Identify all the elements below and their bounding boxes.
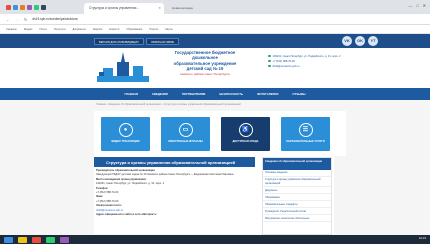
sidebar-item[interactable]: Материально-техническое обеспечение — [263, 215, 331, 223]
content-line: Адрес официального сайта в сети «Интерне… — [96, 213, 157, 217]
bookmark-item[interactable]: Новости — [109, 28, 119, 31]
maximize-icon[interactable]: □ — [416, 3, 418, 8]
bookmark-item[interactable]: Закупки — [93, 28, 102, 31]
social-links: VK OK YT — [342, 36, 378, 46]
sidebar-item-active[interactable]: Структура и органы управления образовате… — [263, 177, 331, 188]
sidebar-item[interactable]: Основные сведения — [263, 170, 331, 177]
card-label: ЭЛЕКТРОННЫЕ ЖУРНАЛЫ — [168, 140, 203, 143]
phone-icon — [268, 59, 271, 62]
screen: Структура и органы управления… ✕ Новая в… — [0, 0, 430, 244]
bookmark-item[interactable]: Портал — [149, 28, 158, 31]
phone-text: +7 (812) 588-70-00 — [272, 60, 295, 63]
journal-icon: ▭ — [178, 123, 193, 137]
taskbar-app-icon[interactable] — [60, 236, 69, 243]
youtube-icon[interactable]: YT — [368, 36, 378, 46]
card-video[interactable]: ● ВИДЕО ТРАНСЛЯЦИЯ — [101, 117, 150, 151]
close-window-icon[interactable]: ✕ — [423, 3, 426, 8]
url-input[interactable]: ds19.spb.ru/svedeniya/struktura — [32, 17, 77, 21]
bookmark-item[interactable]: Яндекс — [24, 28, 33, 31]
browser-tab[interactable]: Новая вкладка — [168, 3, 223, 14]
taskbar-app-icon[interactable] — [18, 236, 27, 243]
app-icon[interactable] — [34, 4, 39, 10]
bookmark-item[interactable]: Почта — [39, 28, 46, 31]
card-journals[interactable]: ▭ ЭЛЕКТРОННЫЕ ЖУРНАЛЫ — [161, 117, 210, 151]
sidebar: Сведения об образовательной организации … — [262, 157, 332, 235]
start-icon[interactable] — [4, 236, 13, 243]
main-nav: ГЛАВНАЯ СВЕДЕНИЯ ПОТРЕБИТЕЛЯМ БЕЗОПАСНОС… — [0, 88, 430, 100]
card-accessibility[interactable]: ♿ ДОСТУПНАЯ СРЕДА — [221, 117, 270, 151]
card-label: ВИДЕО ТРАНСЛЯЦИЯ — [111, 140, 140, 143]
taskbar-clock[interactable]: 10:24 — [419, 236, 426, 240]
card-label: ДОСТУПНАЯ СРЕДА — [232, 140, 259, 143]
breadcrumb[interactable]: Главная › Сведения об образовательной ор… — [96, 103, 241, 106]
content-body: Руководитель образовательной организации… — [96, 169, 254, 217]
back-icon[interactable]: ← — [6, 17, 10, 22]
forward-icon[interactable]: → — [15, 17, 19, 22]
sidebar-item[interactable]: Руководство. Педагогический состав — [263, 208, 331, 216]
vk-icon[interactable]: VK — [342, 36, 352, 46]
app-icon[interactable] — [27, 4, 32, 10]
accessibility-icon: ♿ — [238, 123, 253, 137]
address-bar: ← → ↻ ds19.spb.ru/svedeniya/struktura — [0, 14, 430, 25]
card-label: ОБРАЗОВАТЕЛЬНЫЕ УСЛУГИ — [286, 140, 325, 143]
nav-item-reviews[interactable]: ОТЗЫВЫ — [292, 92, 305, 96]
email-line[interactable]: ds19@nevarono.spb.ru — [268, 64, 348, 69]
app-icon[interactable] — [6, 4, 11, 10]
nav-item-info[interactable]: СВЕДЕНИЯ — [152, 92, 168, 96]
bookmark-item[interactable]: Документы — [72, 28, 85, 31]
org-name: Государственное бюджетное дошкольное обр… — [150, 50, 260, 77]
taskbar-app-icon[interactable] — [46, 236, 55, 243]
bookmark-item[interactable]: Госуслуги — [54, 28, 66, 31]
nav-item-home[interactable]: ГЛАВНАЯ — [124, 92, 138, 96]
nav-item-safety[interactable]: БЕЗОПАСНОСТЬ — [219, 92, 243, 96]
bookmark-item[interactable]: Образование — [126, 28, 142, 31]
tab-title: Структура и органы управления… — [89, 6, 140, 10]
app-icon[interactable] — [41, 4, 46, 10]
app-icon[interactable] — [13, 4, 18, 10]
sidebar-title: Сведения об образовательной организации — [263, 158, 331, 170]
ok-icon[interactable]: OK — [355, 36, 365, 46]
app-icon[interactable] — [20, 4, 25, 10]
feedback-button[interactable]: ОБРАТНАЯ СВЯЗЬ — [146, 38, 180, 45]
minimize-icon[interactable]: — — [408, 3, 412, 8]
city-skyline-logo[interactable] — [95, 52, 151, 86]
reload-icon[interactable]: ↻ — [24, 17, 27, 22]
sidebar-item[interactable]: Образовательные стандарты — [263, 201, 331, 209]
close-icon[interactable]: ✕ — [158, 6, 161, 10]
nav-item-consumers[interactable]: ПОТРЕБИТЕЛЯМ — [182, 92, 206, 96]
location-icon — [268, 54, 271, 57]
contact-block: 193231, Санкт-Петербург, ул. Подвойского… — [268, 54, 348, 69]
nav-item-gallery[interactable]: ФОТОГАЛЕРЕЯ — [257, 92, 278, 96]
page-title: Структура и органы управления образовате… — [94, 157, 255, 167]
tab-title: Новая вкладка — [172, 6, 193, 10]
camera-icon: ● — [118, 123, 133, 137]
bookmarks-bar: Сервисы Яндекс Почта Госуслуги Документы… — [0, 25, 430, 34]
mail-icon — [268, 64, 271, 67]
card-services[interactable]: ☰ ОБРАЗОВАТЕЛЬНЫЕ УСЛУГИ — [281, 117, 330, 151]
os-taskbar — [0, 235, 430, 244]
org-city: Невского района Санкт-Петербурга — [180, 71, 230, 76]
sidebar-item[interactable]: Образование — [263, 194, 331, 202]
services-icon: ☰ — [298, 123, 313, 137]
low-vision-button[interactable]: ВЕРСИЯ ДЛЯ СЛАБОВИДЯЩИХ — [94, 38, 144, 45]
email-text: ds19@nevarono.spb.ru — [272, 65, 300, 68]
bookmark-item[interactable]: Карты — [165, 28, 172, 31]
window-controls: — □ ✕ — [408, 3, 426, 8]
address-text: 193231, Санкт-Петербург, ул. Подвойского… — [272, 55, 341, 58]
taskbar-app-icon[interactable] — [32, 236, 41, 243]
bookmark-item[interactable]: Сервисы — [6, 28, 17, 31]
browser-tab-active[interactable]: Структура и органы управления… ✕ — [84, 3, 164, 14]
sidebar-item[interactable]: Документы — [263, 187, 331, 195]
